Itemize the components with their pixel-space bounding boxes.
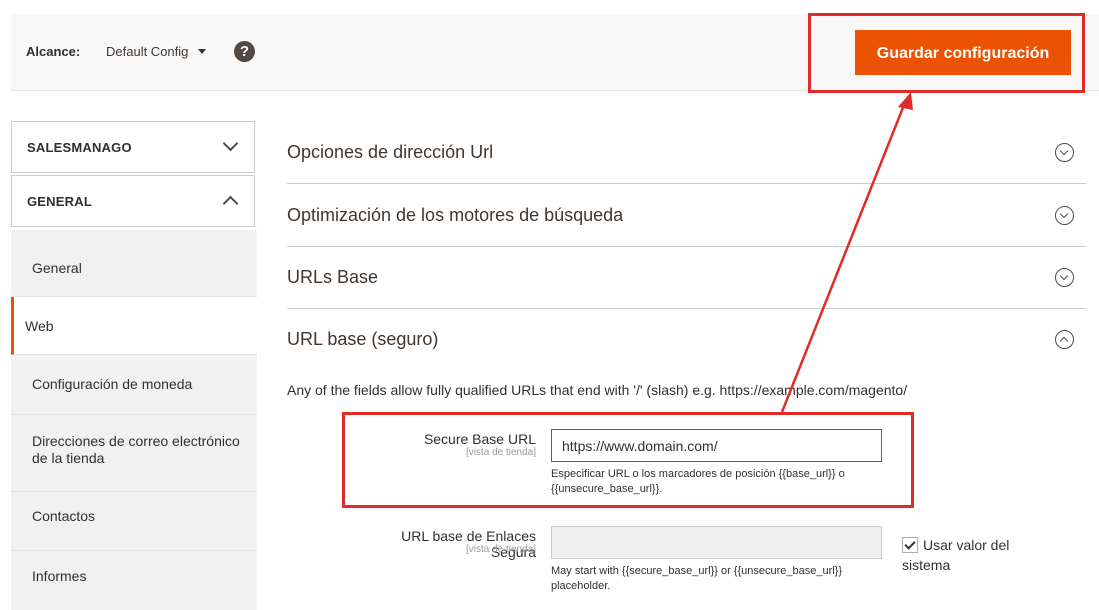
sidebar-section-general[interactable]: GENERAL bbox=[11, 175, 255, 227]
field-note: May start with {{secure_base_url}} or {{… bbox=[551, 565, 843, 592]
annotation-highlight-save bbox=[808, 13, 1085, 93]
section-secure-base-urls[interactable]: URL base (seguro) bbox=[287, 308, 1086, 370]
section-base-urls[interactable]: URLs Base bbox=[287, 246, 1086, 309]
section-url-options[interactable]: Opciones de dirección Url bbox=[287, 121, 1086, 184]
section-title: Optimización de los motores de búsqueda bbox=[287, 205, 624, 225]
section-title: Opciones de dirección Url bbox=[287, 142, 494, 162]
sidebar-item-label: Web bbox=[25, 318, 54, 334]
sidebar-item-store-emails[interactable]: Direcciones de correo electrónico de la … bbox=[11, 415, 257, 492]
secure-link-url-input[interactable] bbox=[551, 526, 882, 559]
collapse-circle-icon[interactable] bbox=[1055, 330, 1074, 349]
scope-switcher[interactable]: Default Config bbox=[106, 44, 188, 59]
sidebar-section-title: GENERAL bbox=[27, 194, 92, 209]
expand-circle-icon[interactable] bbox=[1055, 268, 1074, 287]
section-seo[interactable]: Optimización de los motores de búsqueda bbox=[287, 184, 1086, 247]
sidebar-item-web[interactable]: Web bbox=[11, 297, 257, 355]
section-note: Any of the fields allow fully qualified … bbox=[287, 382, 908, 398]
annotation-highlight-field bbox=[342, 412, 914, 508]
sidebar-item-contacts[interactable]: Contactos bbox=[11, 492, 257, 551]
section-title: URLs Base bbox=[287, 267, 379, 287]
sidebar-item-label: General bbox=[32, 260, 82, 276]
chevron-up-icon bbox=[222, 195, 239, 212]
sidebar-items: General Web Configuración de moneda Dire… bbox=[11, 230, 257, 610]
sidebar-section-title: SALESMANAGO bbox=[27, 140, 132, 155]
sidebar-item-label: Informes bbox=[32, 568, 87, 584]
sidebar-item-reports[interactable]: Informes bbox=[11, 551, 257, 609]
chevron-down-icon bbox=[222, 135, 239, 152]
scope-label: Alcance: bbox=[26, 44, 81, 59]
caret-down-icon[interactable] bbox=[198, 49, 206, 54]
sidebar-item-currency[interactable]: Configuración de moneda bbox=[11, 356, 257, 415]
sidebar-item-general[interactable]: General bbox=[11, 230, 257, 297]
section-title: URL base (seguro) bbox=[287, 329, 439, 349]
expand-circle-icon[interactable] bbox=[1055, 143, 1074, 162]
sidebar-item-label: Configuración de moneda bbox=[32, 376, 193, 392]
expand-circle-icon[interactable] bbox=[1055, 206, 1074, 225]
sidebar-section-salesmanago[interactable]: SALESMANAGO bbox=[11, 121, 255, 173]
config-sidebar: SALESMANAGO GENERAL General Web Configur… bbox=[11, 121, 257, 610]
sidebar-item-label: Contactos bbox=[32, 508, 96, 524]
sidebar-item-label: Direcciones de correo electrónico de la … bbox=[32, 433, 240, 466]
use-system-value-label: Usar valor del sistema bbox=[902, 537, 1010, 573]
help-icon[interactable]: ? bbox=[234, 41, 255, 62]
field-scope: [vista de tienda] bbox=[465, 544, 536, 555]
